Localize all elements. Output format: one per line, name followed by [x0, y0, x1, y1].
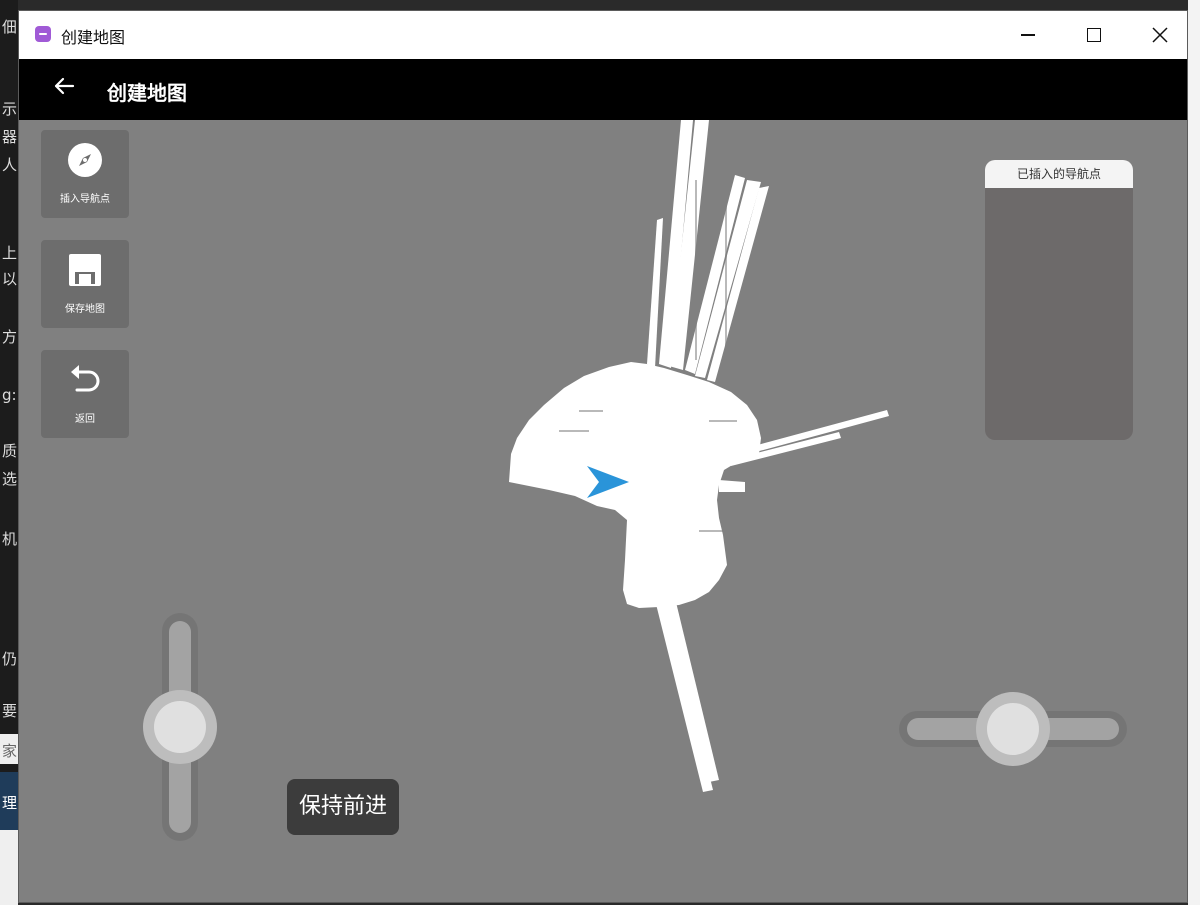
arrow-left-icon[interactable] [51, 73, 77, 99]
floppy-disk-icon [69, 254, 101, 286]
close-button[interactable] [1127, 11, 1187, 59]
map-canvas[interactable]: 插入导航点 保存地图 返回 已插入的导航点 保持前进 [19, 120, 1187, 902]
minimize-icon [1021, 34, 1035, 36]
go-back-button[interactable]: 返回 [41, 350, 129, 438]
inserted-waypoints-panel: 已插入的导航点 [985, 160, 1133, 440]
insert-waypoint-button[interactable]: 插入导航点 [41, 130, 129, 218]
slider-knob[interactable] [976, 692, 1050, 766]
background-window-strip: 佃 示 器 人 上 以 方 g: 质 选 机 仍 要 家 理 [0, 0, 18, 905]
bg-glyph: 示 [2, 100, 18, 118]
forward-backward-slider[interactable] [143, 613, 217, 841]
app-window: 创建地图 创建地图 插入导航点 保存地图 返回 已插入的导航点 保持前进 [18, 10, 1188, 903]
background-window-edge [1188, 0, 1200, 905]
app-icon [35, 26, 51, 42]
page-title: 创建地图 [107, 81, 187, 105]
inserted-waypoints-title: 已插入的导航点 [985, 160, 1133, 188]
bg-glyph: 理 [2, 794, 18, 812]
save-map-button[interactable]: 保存地图 [41, 240, 129, 328]
title-bar: 创建地图 [19, 11, 1187, 59]
bg-light-band [0, 830, 18, 905]
go-back-label: 返回 [75, 414, 95, 425]
bg-blue-band: 理 [0, 772, 18, 830]
turn-slider[interactable] [899, 692, 1127, 766]
bg-glyph: 器 [2, 128, 18, 146]
bg-glyph: 人 [2, 156, 18, 174]
compass-icon [68, 143, 102, 177]
status-toast: 保持前进 [287, 779, 400, 835]
bg-glyph: 佃 [2, 18, 18, 36]
undo-arrow-icon [71, 365, 100, 392]
bg-glyph: 选 [2, 470, 18, 488]
slider-knob[interactable] [143, 690, 217, 764]
bg-glyph: 家 [2, 742, 18, 760]
window-title: 创建地图 [61, 28, 126, 47]
bg-glyph: 机 [2, 530, 18, 548]
bg-glyph: g: [2, 386, 17, 404]
page-header: 创建地图 [19, 59, 1187, 120]
minimize-button[interactable] [995, 11, 1061, 59]
insert-waypoint-label: 插入导航点 [60, 194, 110, 205]
close-icon [1152, 27, 1168, 43]
save-map-label: 保存地图 [65, 304, 105, 315]
scanned-free-space [509, 120, 889, 792]
maximize-icon [1087, 28, 1101, 42]
maximize-button[interactable] [1061, 11, 1127, 59]
bg-glyph: 上 [2, 244, 18, 262]
bg-light-band: 家 [0, 734, 18, 764]
bg-glyph: 要 [2, 702, 18, 720]
bg-glyph: 质 [2, 442, 18, 460]
bg-glyph: 方 [2, 328, 18, 346]
bg-glyph: 仍 [2, 650, 18, 668]
bg-glyph: 以 [2, 270, 18, 288]
